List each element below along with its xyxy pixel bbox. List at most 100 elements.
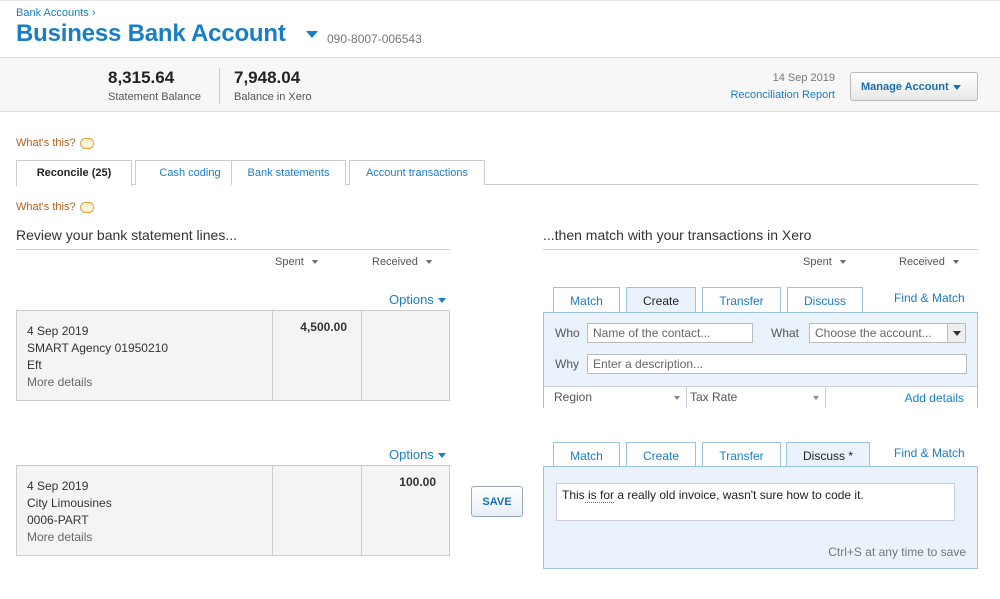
account-switcher-chevron-down-icon[interactable] bbox=[306, 31, 318, 38]
right-section-heading: ...then match with your transactions in … bbox=[543, 227, 812, 243]
add-details-link[interactable]: Add details bbox=[905, 391, 964, 405]
who-contact-input[interactable]: Name of the contact... bbox=[587, 323, 753, 343]
what-account-placeholder: Choose the account... bbox=[815, 326, 932, 340]
what-label: What bbox=[771, 326, 800, 340]
statement-reference: Eft bbox=[27, 358, 42, 372]
manage-account-label: Manage Account bbox=[861, 81, 949, 93]
right-received-label: Received bbox=[899, 256, 945, 268]
left-section-heading: Review your bank statement lines... bbox=[16, 227, 237, 243]
statement-received-amount: 100.00 bbox=[399, 475, 436, 489]
options-dropdown[interactable]: Options bbox=[389, 292, 446, 307]
create-details-row: Region Tax Rate Add details bbox=[544, 386, 977, 408]
speech-bubble-icon bbox=[79, 201, 94, 213]
tax-rate-select[interactable]: Tax Rate bbox=[687, 387, 826, 408]
whats-this-link[interactable]: What's this? bbox=[16, 137, 94, 149]
region-select[interactable]: Region bbox=[544, 387, 687, 408]
discuss-panel: This is for a really old invoice, wasn't… bbox=[543, 466, 978, 569]
save-button[interactable]: SAVE bbox=[471, 486, 523, 517]
right-spent-column-header[interactable]: Spent bbox=[803, 256, 846, 268]
left-heading-divider bbox=[16, 249, 450, 250]
more-details-link[interactable]: More details bbox=[27, 374, 168, 391]
page-header: Bank Accounts › Business Bank Account 09… bbox=[0, 0, 1000, 57]
region-label: Region bbox=[554, 390, 593, 404]
tab-account-transactions[interactable]: Account transactions bbox=[349, 160, 485, 185]
find-and-match-link[interactable]: Find & Match bbox=[894, 291, 965, 305]
column-divider bbox=[361, 311, 362, 400]
xero-balance: 7,948.04 Balance in Xero bbox=[234, 68, 312, 103]
statement-payee: SMART Agency 01950210 bbox=[27, 341, 168, 355]
chevron-down-icon bbox=[437, 298, 446, 304]
reconciliation-report-link[interactable]: Reconciliation Report bbox=[730, 89, 835, 101]
statement-balance-value: 8,315.64 bbox=[108, 68, 175, 87]
left-received-column-header[interactable]: Received bbox=[372, 256, 432, 268]
chevron-down-icon bbox=[674, 396, 680, 400]
whats-this-label: What's this? bbox=[16, 137, 76, 149]
sort-down-icon bbox=[952, 260, 959, 265]
column-divider bbox=[272, 466, 273, 555]
right-spent-label: Spent bbox=[803, 256, 832, 268]
discuss-text-rest: a really old invoice, wasn't sure how to… bbox=[614, 488, 864, 502]
dropdown-arrow-icon[interactable] bbox=[947, 324, 965, 342]
sort-down-icon bbox=[311, 260, 318, 265]
statement-balance: 8,315.64 Statement Balance bbox=[108, 68, 201, 103]
whats-this-label: What's this? bbox=[16, 201, 76, 213]
main-tabs: Reconcile (25) Cash coding Bank statemen… bbox=[16, 160, 978, 186]
xero-balance-value: 7,948.04 bbox=[234, 68, 301, 87]
discuss-text-start: This bbox=[562, 488, 585, 502]
statement-date: 4 Sep 2019 bbox=[27, 324, 89, 338]
tax-rate-label: Tax Rate bbox=[690, 390, 738, 404]
account-number: 090-8007-006543 bbox=[327, 32, 422, 46]
reconciliation-date: 14 Sep 2019 bbox=[772, 72, 835, 84]
tab-create[interactable]: Create bbox=[626, 442, 696, 467]
tab-bank-statements[interactable]: Bank statements bbox=[231, 160, 346, 185]
statement-line-info: 4 Sep 2019 SMART Agency 01950210 Eft Mor… bbox=[27, 323, 168, 391]
find-and-match-link[interactable]: Find & Match bbox=[894, 446, 965, 460]
speech-bubble-icon bbox=[79, 137, 94, 149]
balance-bar: 8,315.64 Statement Balance 7,948.04 Bala… bbox=[0, 57, 1000, 112]
tab-cash-coding[interactable]: Cash coding bbox=[135, 160, 245, 185]
tab-match[interactable]: Match bbox=[553, 287, 620, 312]
chevron-down-icon bbox=[813, 396, 819, 400]
why-label: Why bbox=[555, 357, 579, 371]
left-spent-column-header[interactable]: Spent bbox=[275, 256, 318, 268]
tab-transfer[interactable]: Transfer bbox=[702, 287, 781, 312]
who-label: Who bbox=[555, 326, 580, 340]
chevron-down-icon bbox=[952, 84, 961, 90]
statement-reference: 0006-PART bbox=[27, 513, 89, 527]
balance-divider bbox=[219, 68, 220, 104]
manage-account-button[interactable]: Manage Account bbox=[850, 72, 978, 101]
discuss-text-spellcheck: is for bbox=[584, 488, 615, 503]
tab-match[interactable]: Match bbox=[553, 442, 620, 467]
left-received-label: Received bbox=[372, 256, 418, 268]
options-label: Options bbox=[389, 447, 434, 462]
tab-transfer[interactable]: Transfer bbox=[702, 442, 781, 467]
tab-reconcile[interactable]: Reconcile (25) bbox=[16, 160, 132, 186]
sort-down-icon bbox=[839, 260, 846, 265]
statement-line-info: 4 Sep 2019 City Limousines 0006-PART Mor… bbox=[27, 478, 112, 546]
options-label: Options bbox=[389, 292, 434, 307]
create-panel: Who Name of the contact... What Choose t… bbox=[543, 312, 978, 408]
statement-date: 4 Sep 2019 bbox=[27, 479, 89, 493]
more-details-link[interactable]: More details bbox=[27, 529, 112, 546]
statement-balance-label: Statement Balance bbox=[108, 91, 201, 103]
right-heading-divider bbox=[543, 249, 978, 250]
statement-line: 4 Sep 2019 SMART Agency 01950210 Eft Mor… bbox=[16, 310, 450, 401]
sort-down-icon bbox=[425, 260, 432, 265]
tab-discuss[interactable]: Discuss * bbox=[786, 442, 870, 468]
statement-line: 4 Sep 2019 City Limousines 0006-PART Mor… bbox=[16, 465, 450, 556]
statement-spent-amount: 4,500.00 bbox=[300, 320, 347, 334]
save-shortcut-hint: Ctrl+S at any time to save bbox=[828, 545, 966, 559]
why-description-input[interactable]: Enter a description... bbox=[587, 354, 967, 374]
left-spent-label: Spent bbox=[275, 256, 304, 268]
whats-this-link[interactable]: What's this? bbox=[16, 201, 94, 213]
statement-payee: City Limousines bbox=[27, 496, 112, 510]
discuss-textarea[interactable]: This is for a really old invoice, wasn't… bbox=[556, 483, 955, 521]
page-title[interactable]: Business Bank Account bbox=[16, 20, 286, 48]
right-received-column-header[interactable]: Received bbox=[899, 256, 959, 268]
tab-discuss[interactable]: Discuss bbox=[787, 287, 863, 312]
breadcrumb-bank-accounts[interactable]: Bank Accounts › bbox=[16, 7, 96, 19]
options-dropdown[interactable]: Options bbox=[389, 447, 446, 462]
chevron-down-icon bbox=[437, 453, 446, 459]
what-account-select[interactable]: Choose the account... bbox=[809, 323, 966, 343]
tab-create[interactable]: Create bbox=[626, 287, 696, 313]
